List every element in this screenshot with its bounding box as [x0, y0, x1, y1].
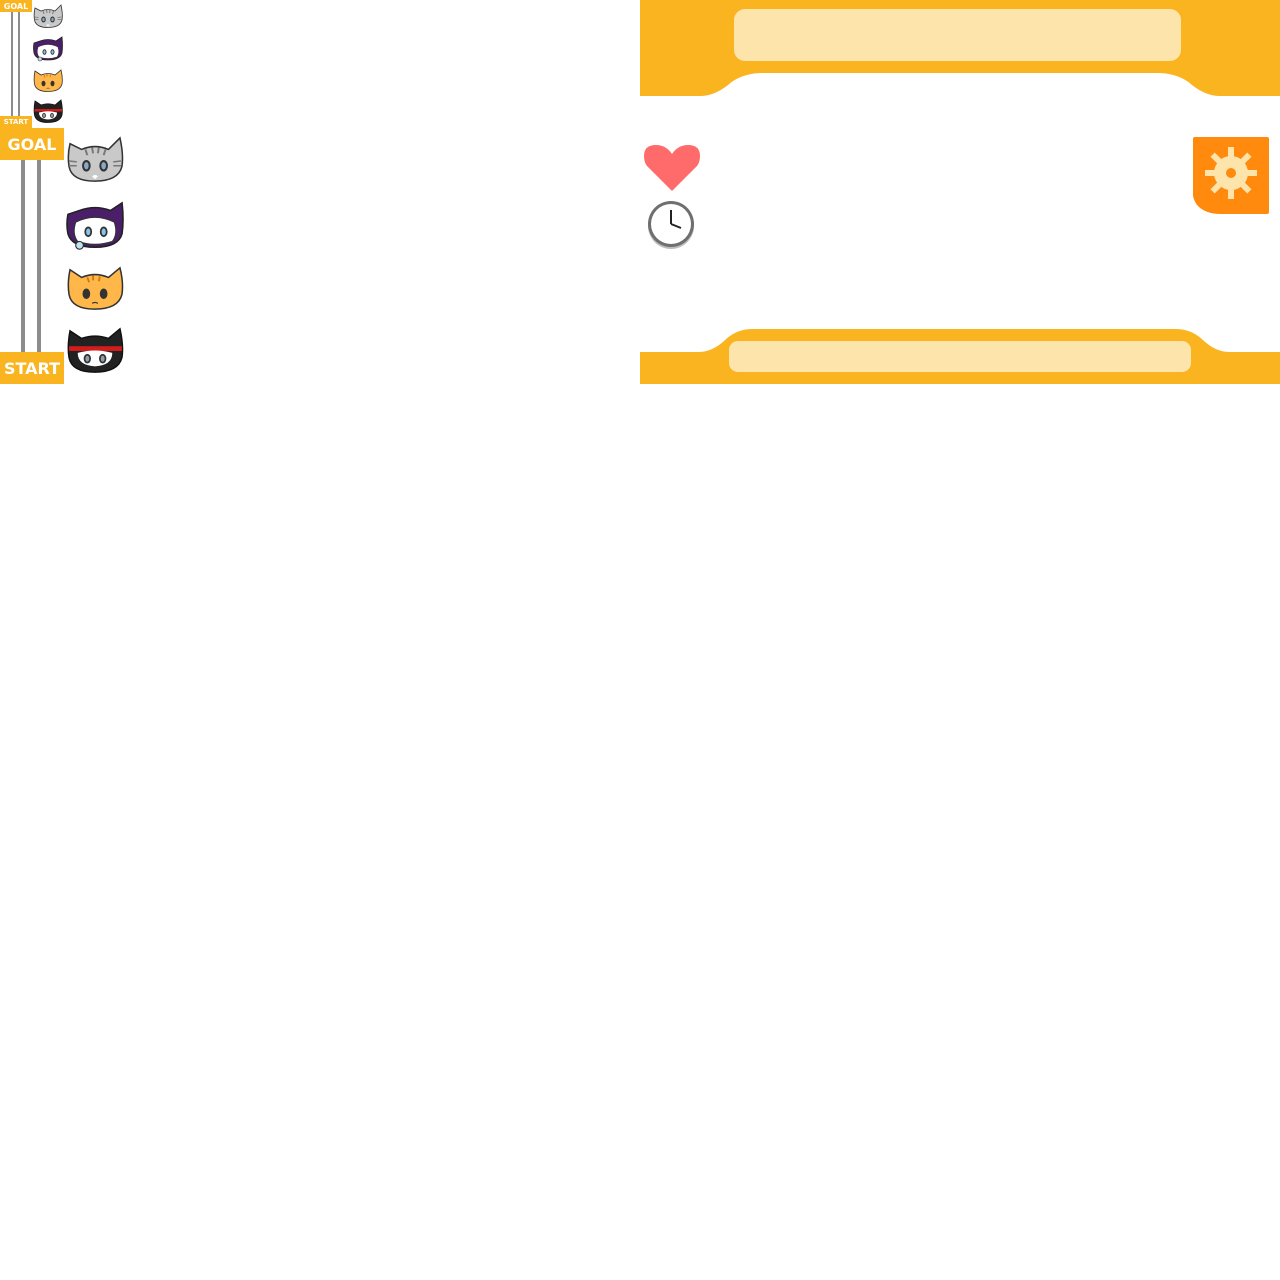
start-label-large: START — [0, 352, 64, 384]
purple-hood-cat-icon — [66, 200, 124, 252]
rail-right-small — [18, 12, 20, 116]
goal-label-small: GOAL — [0, 0, 32, 12]
purple-hood-cat-icon-small — [33, 36, 63, 62]
black-ninja-cat-icon — [66, 327, 124, 375]
top-banner-field — [734, 9, 1181, 61]
hud-panel — [640, 0, 1280, 384]
bottom-banner-field — [729, 341, 1191, 372]
rail-left-large — [21, 160, 25, 352]
clock-icon — [648, 201, 694, 249]
black-ninja-cat-icon-small — [33, 99, 63, 124]
rail-left-small — [11, 12, 13, 116]
start-label-small: START — [0, 116, 32, 128]
gray-tabby-cat-icon — [66, 136, 124, 184]
goal-label-large: GOAL — [0, 128, 64, 160]
heart-icon — [644, 145, 700, 191]
orange-tabby-cat-icon — [66, 264, 124, 312]
gear-icon — [1193, 137, 1269, 214]
settings-button[interactable] — [1193, 137, 1269, 214]
orange-tabby-cat-icon-small — [33, 68, 63, 93]
rail-right-large — [37, 160, 41, 352]
gray-tabby-cat-icon-small — [33, 4, 63, 29]
